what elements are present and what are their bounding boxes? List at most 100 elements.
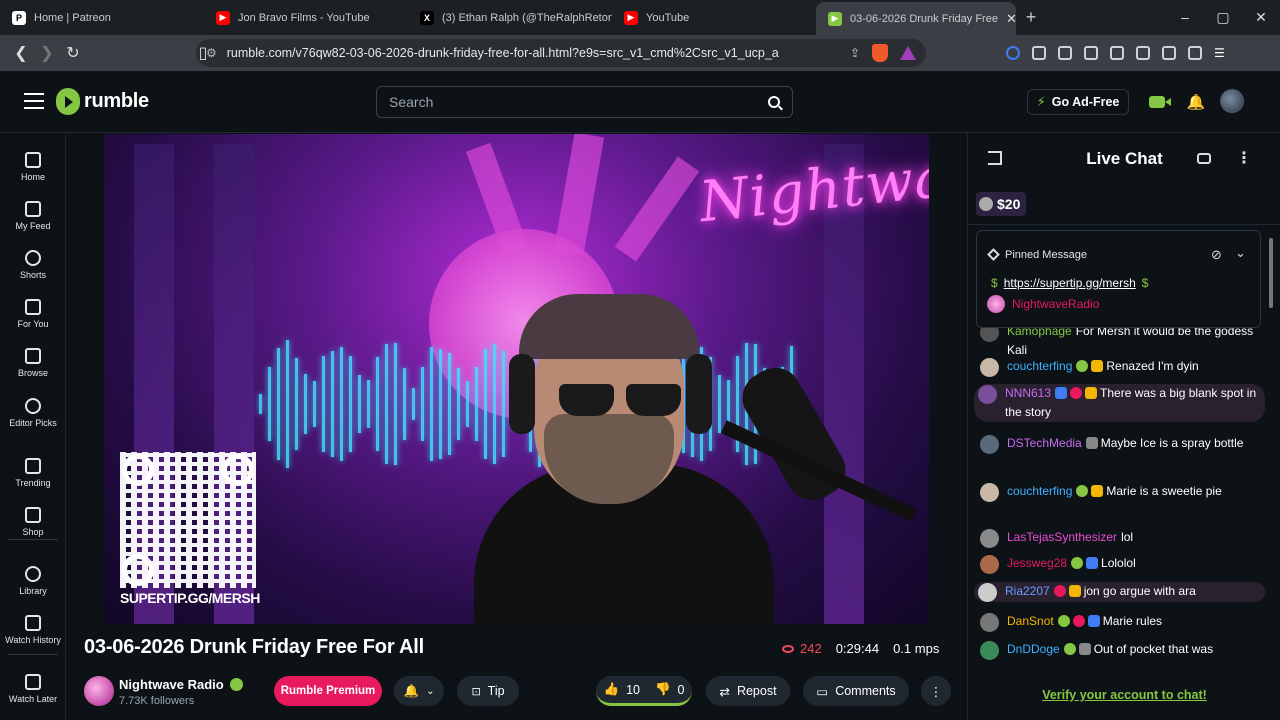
- chat-scrollbar[interactable]: [1267, 230, 1275, 670]
- chat-username[interactable]: couchterfing: [1007, 359, 1072, 373]
- chat-username[interactable]: DnDDoge: [1007, 642, 1060, 656]
- nav-item-library[interactable]: Library: [0, 566, 66, 596]
- close-tab-icon[interactable]: ✕: [1006, 11, 1016, 27]
- nav-item-shorts[interactable]: Shorts: [0, 250, 66, 280]
- vpn-icon[interactable]: [1188, 46, 1202, 60]
- chat-username[interactable]: couchterfing: [1007, 484, 1072, 498]
- reload-icon[interactable]: ↻: [60, 43, 86, 63]
- browser-tab[interactable]: X (3) Ethan Ralph (@TheRalphRetort) /: [408, 0, 612, 35]
- rumble-premium-button[interactable]: Rumble Premium: [274, 676, 382, 706]
- video-title: 03-06-2026 Drunk Friday Free For All: [84, 636, 424, 658]
- dollar-icon: $: [991, 276, 998, 290]
- chat-avatar[interactable]: [980, 326, 999, 342]
- maximize-button[interactable]: ▢: [1204, 9, 1242, 26]
- sidebar-icon[interactable]: [1110, 46, 1124, 60]
- user-badge-icon: [1057, 615, 1070, 627]
- dislike-count: 0: [677, 682, 685, 697]
- chat-avatar[interactable]: [980, 435, 999, 454]
- more-options-button[interactable]: ⋮: [921, 676, 951, 706]
- minimize-button[interactable]: –: [1166, 9, 1204, 26]
- share-icon[interactable]: ⇪: [850, 46, 860, 60]
- url-field[interactable]: ⚙ rumble.com/v76qw82-03-06-2026-drunk-fr…: [196, 39, 926, 67]
- chat-username[interactable]: Ria2207: [1005, 584, 1050, 598]
- nav-label: Shorts: [19, 270, 46, 280]
- thumbs-up-icon[interactable]: 👍: [603, 682, 619, 697]
- video-player[interactable]: Nightwave SUPERTIP.GG/MERSH: [104, 134, 929, 624]
- chat-username[interactable]: LasTejasSynthesizer: [1007, 530, 1117, 544]
- chat-options-icon[interactable]: ⋮: [1236, 148, 1252, 168]
- verify-account-link[interactable]: Verify your account to chat!: [968, 688, 1280, 702]
- channel-name[interactable]: Nightwave Radio: [119, 677, 243, 692]
- repost-button[interactable]: ⇄ Repost: [706, 676, 790, 706]
- forward-icon[interactable]: ❯: [34, 43, 60, 63]
- browser-tab[interactable]: ▶ 03-06-2026 Drunk Friday Free ✕: [816, 2, 1016, 35]
- nav-item-trending[interactable]: Trending: [0, 458, 66, 488]
- nav-item-my-feed[interactable]: My Feed: [0, 201, 66, 231]
- search-icon[interactable]: [768, 96, 780, 108]
- chat-avatar[interactable]: [980, 358, 999, 377]
- browser-tab[interactable]: ▶ Jon Bravo Films - YouTube: [204, 0, 408, 35]
- hide-pinned-icon[interactable]: ⊘: [1211, 247, 1222, 263]
- tip-button[interactable]: ⊡ Tip: [457, 676, 519, 706]
- hamburger-menu-icon[interactable]: [24, 93, 44, 109]
- go-ad-free-button[interactable]: ⚡ Go Ad-Free: [1027, 89, 1129, 115]
- user-avatar[interactable]: [1220, 89, 1244, 113]
- notification-settings-button[interactable]: 🔔 ⌄: [394, 676, 444, 706]
- scrollbar-thumb[interactable]: [1269, 238, 1273, 308]
- pinned-author: NightwaveRadio: [987, 295, 1099, 313]
- user-badge-icon: [1091, 360, 1104, 372]
- chat-avatar[interactable]: [978, 385, 997, 404]
- bookmark-icon[interactable]: ▯: [190, 43, 216, 63]
- thumbs-down-icon[interactable]: 👎: [655, 682, 671, 697]
- channel-avatar[interactable]: [84, 676, 114, 706]
- divider: [968, 224, 1280, 225]
- search-input[interactable]: [389, 94, 768, 110]
- chat-avatar[interactable]: [980, 483, 999, 502]
- chat-username[interactable]: NNN613: [1005, 386, 1051, 400]
- close-window-button[interactable]: ✕: [1242, 9, 1280, 26]
- menu-icon[interactable]: ☰: [1214, 46, 1228, 60]
- rumble-logo[interactable]: rumble: [56, 88, 149, 115]
- go-live-camera-icon[interactable]: [1145, 90, 1171, 114]
- nav-item-editor-picks[interactable]: Editor Picks: [0, 398, 66, 428]
- chat-username[interactable]: DanSnot: [1007, 614, 1054, 628]
- equalizer-bar: [286, 340, 289, 468]
- chat-avatar[interactable]: [980, 613, 999, 632]
- user-badge-icon: [1076, 485, 1089, 497]
- equalizer-bar: [421, 367, 424, 441]
- brave-shields-icon[interactable]: [872, 44, 888, 62]
- wallet-icon[interactable]: [1136, 46, 1150, 60]
- nav-divider: [8, 654, 58, 655]
- browser-tab[interactable]: ▶ YouTube: [612, 0, 816, 35]
- chat-avatar[interactable]: [980, 641, 999, 660]
- extension-icon[interactable]: [1006, 46, 1020, 60]
- nav-item-shop[interactable]: Shop: [0, 507, 66, 537]
- pinned-author-name[interactable]: NightwaveRadio: [1012, 297, 1099, 311]
- back-icon[interactable]: ❮: [8, 43, 34, 63]
- close-chat-icon[interactable]: [988, 151, 1002, 165]
- chat-avatar[interactable]: [980, 555, 999, 574]
- popout-chat-icon[interactable]: [1197, 153, 1211, 164]
- search-box[interactable]: [376, 86, 793, 118]
- chat-username[interactable]: Jessweg28: [1007, 556, 1067, 570]
- music-icon[interactable]: [1084, 46, 1098, 60]
- leo-icon[interactable]: [1162, 46, 1176, 60]
- puzzle-icon[interactable]: [1032, 46, 1046, 60]
- tab-icon[interactable]: [1058, 46, 1072, 60]
- pinned-link[interactable]: https://supertip.gg/mersh: [1004, 276, 1136, 290]
- rant-pill[interactable]: $20: [976, 192, 1026, 216]
- chat-avatar[interactable]: [980, 529, 999, 548]
- nav-item-for-you[interactable]: For You: [0, 299, 66, 329]
- notifications-bell-icon[interactable]: 🔔: [1184, 90, 1208, 114]
- chat-username[interactable]: DSTechMedia: [1007, 436, 1082, 450]
- browser-tab[interactable]: P Home | Patreon: [0, 0, 204, 35]
- nav-item-watch-later[interactable]: Watch Later: [0, 674, 66, 704]
- nav-item-watch-history[interactable]: Watch History: [0, 615, 66, 645]
- chat-avatar[interactable]: [978, 583, 997, 602]
- new-tab-button[interactable]: +: [1016, 7, 1046, 28]
- comments-button[interactable]: ▭ Comments: [803, 676, 909, 706]
- chevron-down-icon[interactable]: ⌄: [1235, 245, 1246, 261]
- brave-rewards-icon[interactable]: [900, 46, 916, 60]
- nav-item-home[interactable]: Home: [0, 152, 66, 182]
- nav-item-browse[interactable]: Browse: [0, 348, 66, 378]
